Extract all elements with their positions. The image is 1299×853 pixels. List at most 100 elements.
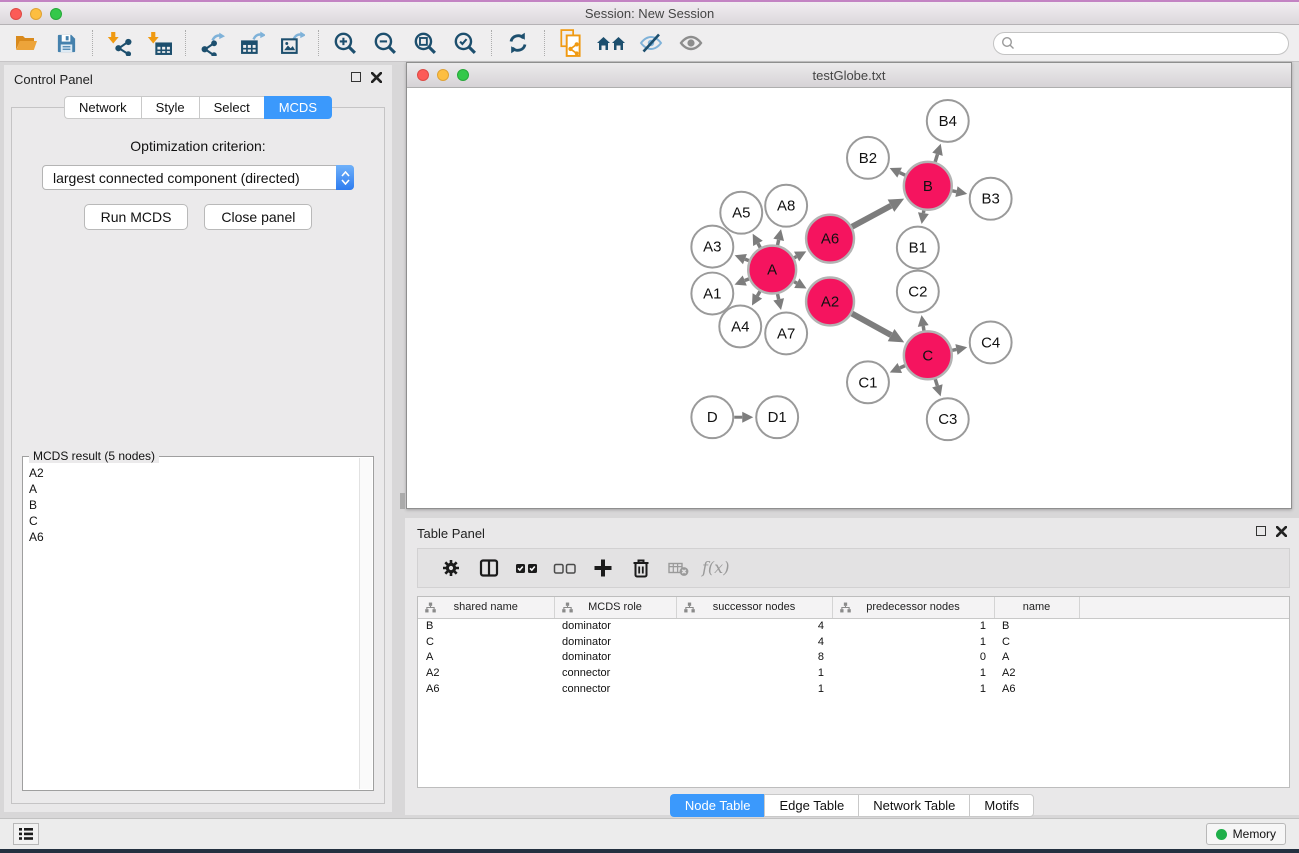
column-header-name[interactable]: name	[994, 597, 1079, 618]
search-input[interactable]	[1016, 36, 1276, 50]
hide-selected-button[interactable]	[631, 27, 671, 59]
zoom-in-button[interactable]	[325, 27, 365, 59]
graph-edge-A-A8[interactable]	[778, 240, 779, 245]
table-row[interactable]: A2connector11A2	[418, 665, 1289, 681]
table-cell[interactable]: 4	[676, 618, 832, 634]
export-table-button[interactable]	[232, 27, 272, 59]
graph-node-D1[interactable]: D1	[756, 396, 798, 438]
table-cell[interactable]: A6	[418, 681, 554, 697]
mcds-result-item[interactable]: C	[29, 513, 357, 529]
graph-node-D[interactable]: D	[691, 396, 733, 438]
graph-edge-A-A3[interactable]	[745, 259, 749, 261]
graph-node-B3[interactable]: B3	[970, 178, 1012, 220]
open-file-button[interactable]	[6, 27, 46, 59]
table-cell[interactable]: dominator	[554, 649, 676, 665]
table-cell[interactable]: connector	[554, 681, 676, 697]
table-row[interactable]: Cdominator41C	[418, 634, 1289, 650]
graph-edge-A-A6[interactable]	[794, 257, 796, 258]
table-row[interactable]: Bdominator41B	[418, 618, 1289, 634]
zoom-fit-button[interactable]	[405, 27, 445, 59]
graph-node-A6[interactable]: A6	[806, 215, 854, 263]
table-cell[interactable]: 1	[832, 681, 994, 697]
zoom-out-button[interactable]	[365, 27, 405, 59]
tab-network[interactable]: Network	[64, 96, 141, 119]
float-panel-icon[interactable]	[351, 72, 361, 82]
table-cell[interactable]: 0	[832, 649, 994, 665]
graph-node-C[interactable]: C	[904, 331, 952, 379]
add-column-button[interactable]	[584, 552, 622, 584]
network-canvas[interactable]: B4B2BB3A5A8A6A3AB1A1A2C2A4A7CC4C1C3DD1	[407, 89, 1291, 508]
table-cell[interactable]: 1	[676, 681, 832, 697]
show-columns-button[interactable]	[470, 552, 508, 584]
delete-table-button[interactable]	[660, 552, 698, 584]
table-cell[interactable]: A6	[994, 681, 1079, 697]
table-header-row[interactable]: shared nameMCDS rolesuccessor nodesprede…	[418, 597, 1289, 618]
graph-edge-B-B4[interactable]	[935, 154, 937, 162]
close-panel-icon[interactable]	[371, 72, 382, 83]
deselect-all-button[interactable]	[546, 552, 584, 584]
graph-edge-A-A5[interactable]	[758, 243, 760, 247]
column-header-predecessor-nodes[interactable]: predecessor nodes	[832, 597, 994, 618]
table-float-panel-icon[interactable]	[1256, 526, 1266, 536]
table-settings-button[interactable]	[432, 552, 470, 584]
graph-edge-A-A2[interactable]	[794, 282, 797, 284]
table-cell[interactable]: 4	[676, 634, 832, 650]
graph-node-C3[interactable]: C3	[927, 398, 969, 440]
graph-node-A[interactable]: A	[748, 246, 796, 294]
graph-edge-A-A4[interactable]	[757, 291, 760, 296]
import-network-button[interactable]	[99, 27, 139, 59]
run-mcds-button[interactable]: Run MCDS	[84, 204, 189, 230]
table-row[interactable]: Adominator80A	[418, 649, 1289, 665]
save-session-button[interactable]	[46, 27, 86, 59]
close-panel-button[interactable]: Close panel	[204, 204, 312, 230]
table-cell[interactable]: connector	[554, 665, 676, 681]
table-cell[interactable]: B	[418, 618, 554, 634]
table-cell[interactable]: C	[994, 634, 1079, 650]
graph-edge-A-A1[interactable]	[745, 279, 749, 281]
graph-edge-C-C2[interactable]	[923, 326, 924, 331]
network-window-titlebar[interactable]: testGlobe.txt	[407, 63, 1291, 88]
tab-style[interactable]: Style	[141, 96, 199, 119]
graph-node-B1[interactable]: B1	[897, 227, 939, 269]
export-image-button[interactable]	[272, 27, 312, 59]
tab-node-table[interactable]: Node Table	[670, 794, 765, 817]
tab-motifs[interactable]: Motifs	[969, 794, 1034, 817]
graph-edge-C-C1[interactable]	[900, 366, 905, 368]
graph-node-B[interactable]: B	[904, 162, 952, 210]
graph-edge-A6-B[interactable]	[852, 206, 891, 227]
import-table-button[interactable]	[139, 27, 179, 59]
search-field[interactable]	[993, 32, 1289, 55]
table-row[interactable]: A6connector11A6	[418, 681, 1289, 697]
delete-columns-button[interactable]	[622, 552, 660, 584]
show-all-button[interactable]	[671, 27, 711, 59]
function-builder-button[interactable]: f(x)	[698, 552, 736, 584]
graph-node-A5[interactable]: A5	[720, 192, 762, 234]
table-cell[interactable]: A2	[418, 665, 554, 681]
mcds-result-item[interactable]: B	[29, 497, 357, 513]
memory-button[interactable]: Memory	[1206, 823, 1286, 845]
column-header-mcds-role[interactable]: MCDS role	[554, 597, 676, 618]
table-cell[interactable]: C	[418, 634, 554, 650]
mcds-result-item[interactable]: A2	[29, 465, 357, 481]
graph-node-A7[interactable]: A7	[765, 312, 807, 354]
table-cell[interactable]: A	[994, 649, 1079, 665]
tab-select[interactable]: Select	[199, 96, 264, 119]
first-neighbors-button[interactable]	[591, 27, 631, 59]
result-scrollbar[interactable]	[359, 458, 372, 789]
graph-node-B2[interactable]: B2	[847, 137, 889, 179]
graph-node-B4[interactable]: B4	[927, 100, 969, 142]
table-cell[interactable]: dominator	[554, 634, 676, 650]
graph-edge-C-C4[interactable]	[952, 349, 956, 350]
graph-node-C4[interactable]: C4	[970, 321, 1012, 363]
tab-edge-table[interactable]: Edge Table	[764, 794, 858, 817]
mcds-result-item[interactable]: A6	[29, 529, 357, 545]
table-cell[interactable]: dominator	[554, 618, 676, 634]
network-vertical-scroll-hint[interactable]	[400, 493, 405, 509]
graph-edge-B-B3[interactable]	[952, 191, 956, 192]
criterion-dropdown[interactable]: largest connected component (directed)	[42, 165, 354, 190]
table-cell[interactable]: 1	[832, 618, 994, 634]
graph-node-C2[interactable]: C2	[897, 271, 939, 313]
table-cell[interactable]: 1	[832, 634, 994, 650]
show-task-history-button[interactable]	[13, 823, 39, 845]
new-network-from-selection-button[interactable]	[551, 27, 591, 59]
